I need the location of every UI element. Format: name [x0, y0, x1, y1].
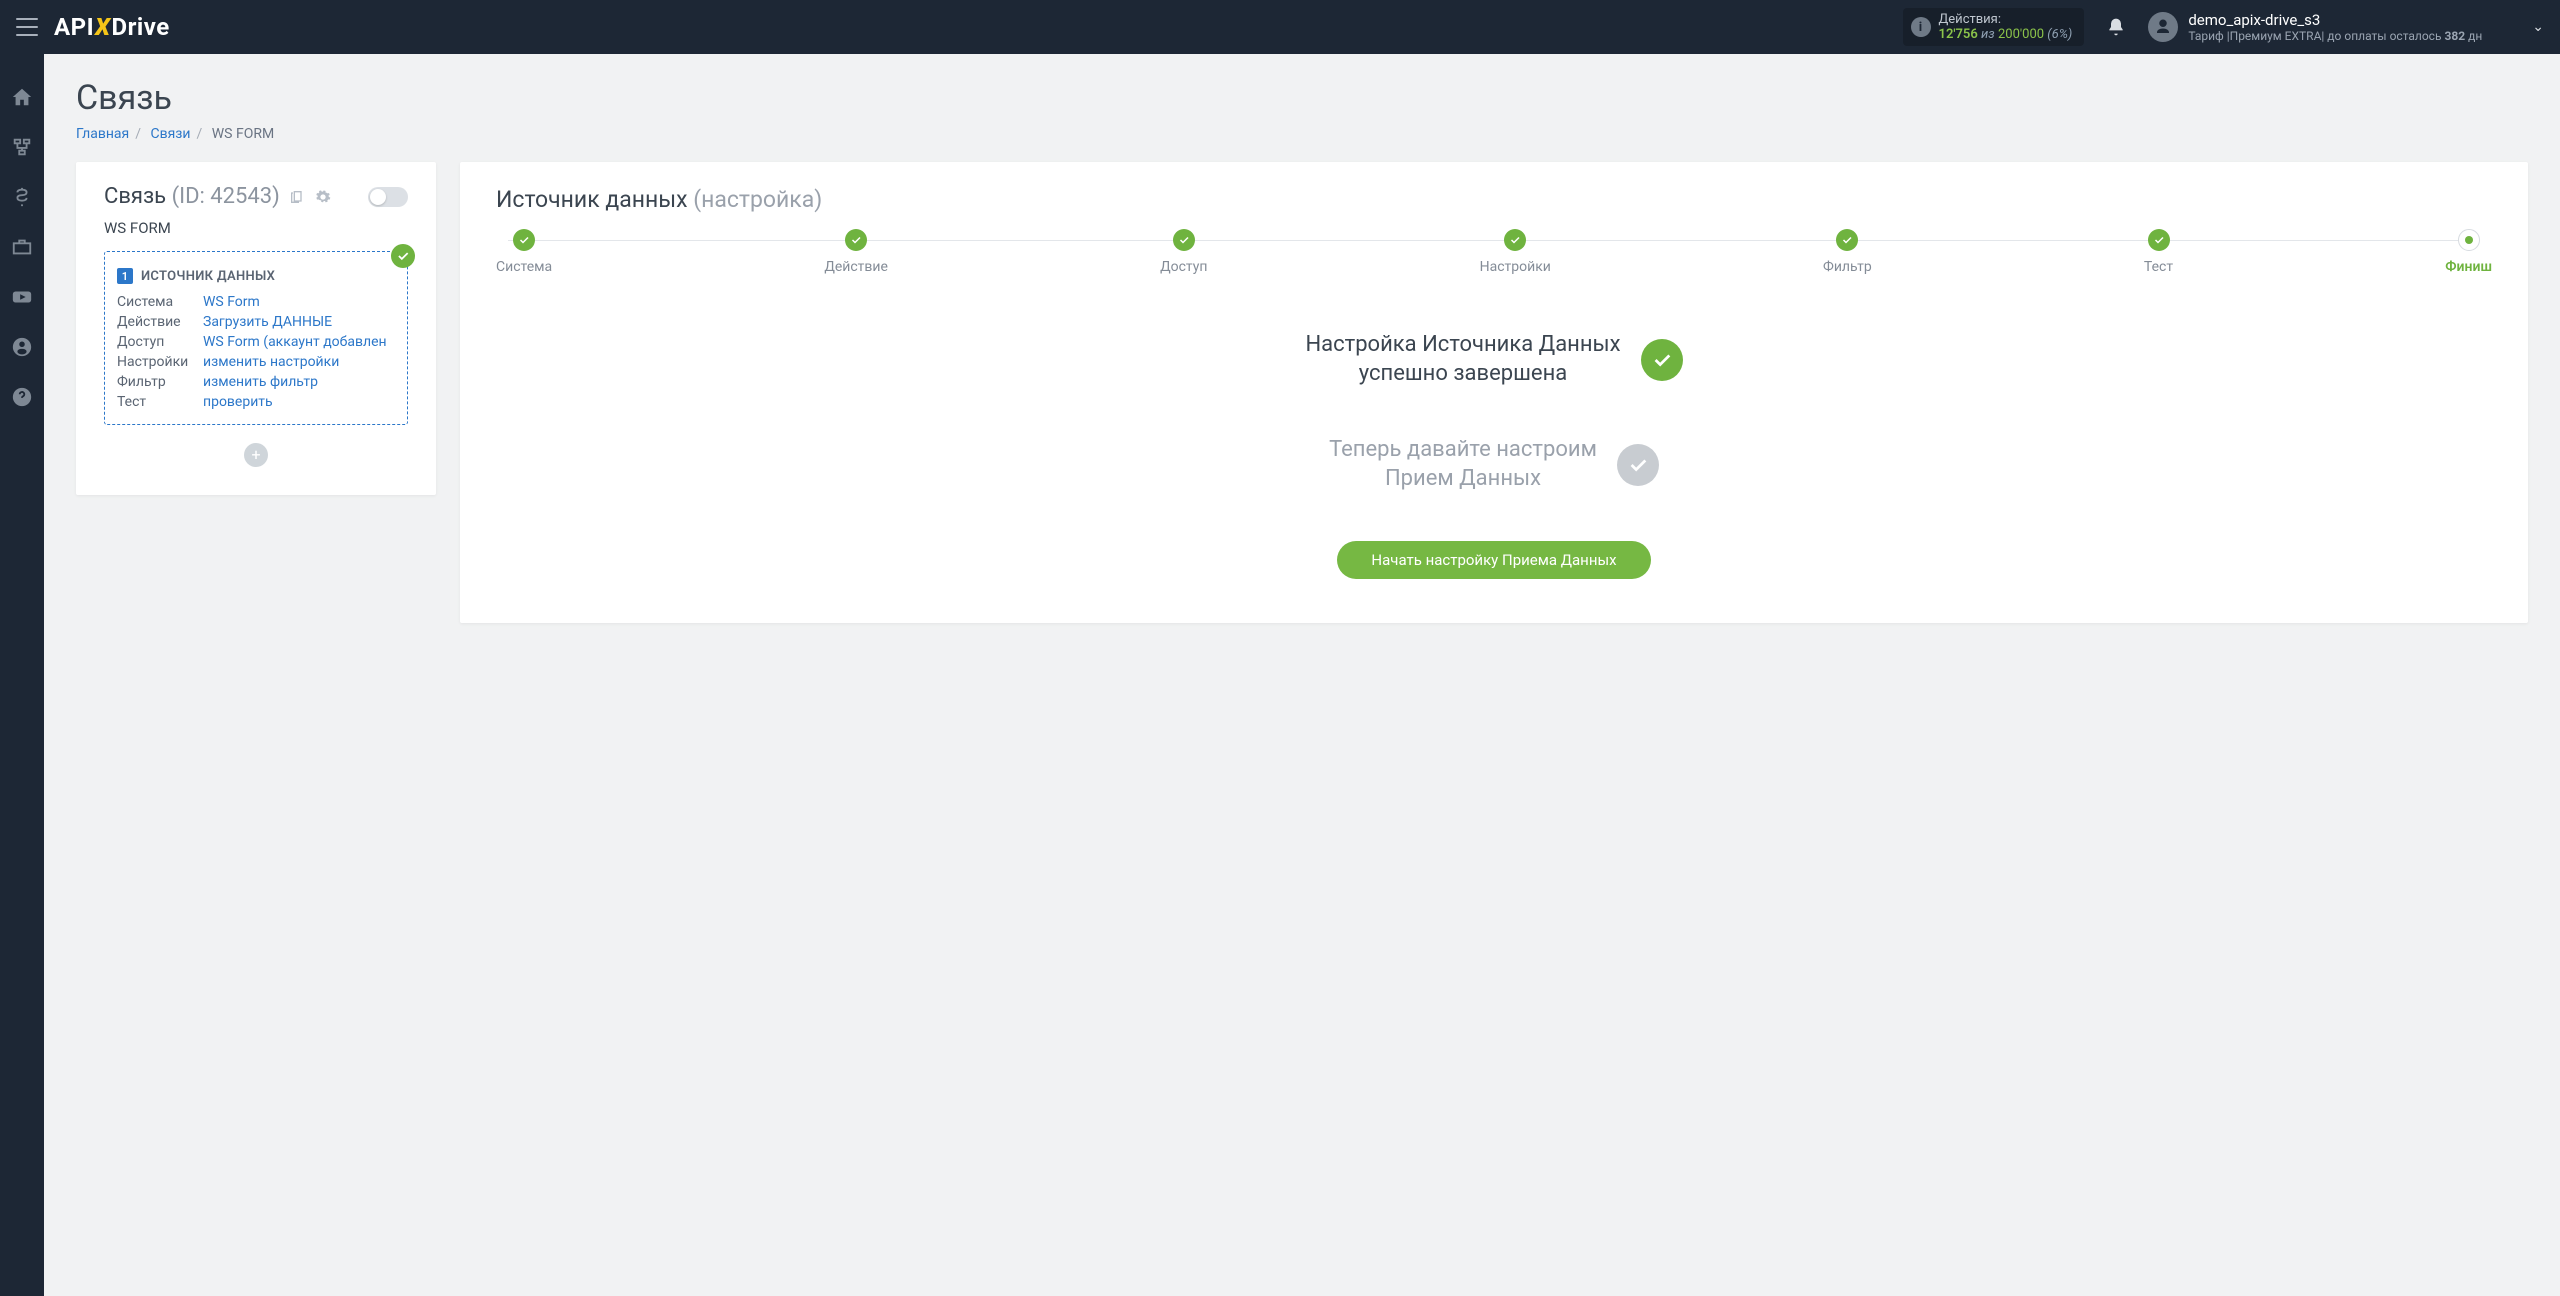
actions-used: 12'756	[1939, 27, 1978, 42]
check-icon	[1641, 339, 1683, 381]
video-icon[interactable]	[11, 286, 33, 308]
logo[interactable]: APIXDrive	[54, 13, 170, 41]
step-dot	[2458, 229, 2480, 251]
source-box: 1ИСТОЧНИК ДАННЫХ СистемаWS FormДействиеЗ…	[104, 251, 408, 425]
wizard-title: Источник данных (настройка)	[496, 186, 2492, 213]
actions-total: 200'000	[1998, 27, 2044, 42]
plus-icon: +	[251, 447, 260, 463]
wizard-card: Источник данных (настройка) Система Дейст…	[460, 162, 2528, 623]
logo-part-api: API	[54, 13, 94, 41]
check-icon	[1617, 444, 1659, 486]
source-complete-icon	[391, 244, 415, 268]
status-source-done: Настройка Источника Данныхуспешно заверш…	[1234, 331, 1754, 388]
connection-name: WS FORM	[104, 219, 408, 237]
step-label: Действие	[824, 259, 888, 275]
step-тест[interactable]: Тест	[2144, 229, 2173, 275]
billing-icon[interactable]	[11, 186, 33, 208]
step-label: Фильтр	[1823, 259, 1872, 275]
avatar-icon	[2148, 12, 2178, 42]
crumb-home[interactable]: Главная	[76, 126, 129, 142]
logo-part-drive: Drive	[112, 13, 170, 41]
kv-value[interactable]: проверить	[203, 394, 395, 410]
step-label: Доступ	[1160, 259, 1207, 275]
step-label: Настройки	[1480, 259, 1551, 275]
account-icon[interactable]	[11, 336, 33, 358]
step-dot	[845, 229, 867, 251]
step-действие[interactable]: Действие	[824, 229, 888, 275]
bell-icon[interactable]	[2106, 17, 2126, 37]
menu-toggle-icon[interactable]	[16, 18, 38, 36]
step-фильтр[interactable]: Фильтр	[1823, 229, 1872, 275]
step-настройки[interactable]: Настройки	[1480, 229, 1551, 275]
home-icon[interactable]	[11, 86, 33, 108]
briefcase-icon[interactable]	[11, 236, 33, 258]
kv-key: Настройки	[117, 354, 203, 370]
connection-id: (ID: 42543)	[172, 184, 280, 209]
kv-key: Тест	[117, 394, 203, 410]
wizard-steps: Система Действие Доступ Настройки Фильтр Тест…	[496, 229, 2492, 275]
info-icon: i	[1911, 17, 1931, 37]
step-dot	[2148, 229, 2170, 251]
crumb-current: WS FORM	[212, 126, 274, 142]
logo-part-x: X	[94, 13, 111, 41]
sidebar	[0, 54, 44, 1296]
source-heading: 1ИСТОЧНИК ДАННЫХ	[117, 268, 395, 284]
kv-key: Система	[117, 294, 203, 310]
kv-key: Фильтр	[117, 374, 203, 390]
chevron-down-icon: ⌄	[2532, 19, 2544, 35]
kv-value[interactable]: Загрузить ДАННЫЕ	[203, 314, 395, 330]
actions-of: из	[1981, 27, 1995, 42]
step-доступ[interactable]: Доступ	[1160, 229, 1207, 275]
user-menu[interactable]: demo_apix-drive_s3 Тариф |Премиум EXTRA|…	[2148, 11, 2544, 43]
kv-value[interactable]: изменить фильтр	[203, 374, 395, 390]
status-destination-next: Теперь давайте настроимПрием Данных	[1234, 436, 1754, 493]
start-destination-button[interactable]: Начать настройку Приема Данных	[1337, 541, 1650, 579]
user-name: demo_apix-drive_s3	[2188, 11, 2482, 29]
add-destination-button[interactable]: +	[244, 443, 268, 467]
step-система[interactable]: Система	[496, 229, 552, 275]
crumb-links[interactable]: Связи	[151, 126, 191, 142]
kv-key: Доступ	[117, 334, 203, 350]
step-dot	[1836, 229, 1858, 251]
page-body: Связь Главная/ Связи/ WS FORM Связь (ID:…	[44, 54, 2560, 1296]
page-title: Связь	[76, 78, 2528, 118]
connection-summary-card: Связь (ID: 42543) WS FORM 1ИСТОЧНИК ДАНН…	[76, 162, 436, 495]
help-icon[interactable]	[11, 386, 33, 408]
gear-icon[interactable]	[315, 189, 331, 205]
step-label: Финиш	[2445, 259, 2492, 275]
top-header: APIXDrive i Действия: 12'756 из 200'000 …	[0, 0, 2560, 54]
step-dot	[513, 229, 535, 251]
copy-icon[interactable]	[289, 189, 305, 205]
step-label: Тест	[2144, 259, 2173, 275]
connection-toggle[interactable]	[368, 187, 408, 207]
connections-icon[interactable]	[11, 136, 33, 158]
kv-value[interactable]: WS Form (аккаунт добавлен	[203, 334, 395, 350]
step-label: Система	[496, 259, 552, 275]
kv-value[interactable]: WS Form	[203, 294, 395, 310]
kv-value[interactable]: изменить настройки	[203, 354, 395, 370]
breadcrumb: Главная/ Связи/ WS FORM	[76, 126, 2528, 142]
actions-pct: (6%)	[2047, 27, 2072, 42]
step-dot	[1504, 229, 1526, 251]
user-plan: Тариф |Премиум EXTRA| до оплаты осталось…	[2188, 29, 2482, 43]
actions-usage[interactable]: i Действия: 12'756 из 200'000 (6%)	[1903, 8, 2085, 46]
actions-label: Действия:	[1939, 12, 2073, 27]
step-dot	[1173, 229, 1195, 251]
step-финиш[interactable]: Финиш	[2445, 229, 2492, 275]
kv-key: Действие	[117, 314, 203, 330]
connection-title: Связь (ID: 42543)	[104, 184, 331, 209]
